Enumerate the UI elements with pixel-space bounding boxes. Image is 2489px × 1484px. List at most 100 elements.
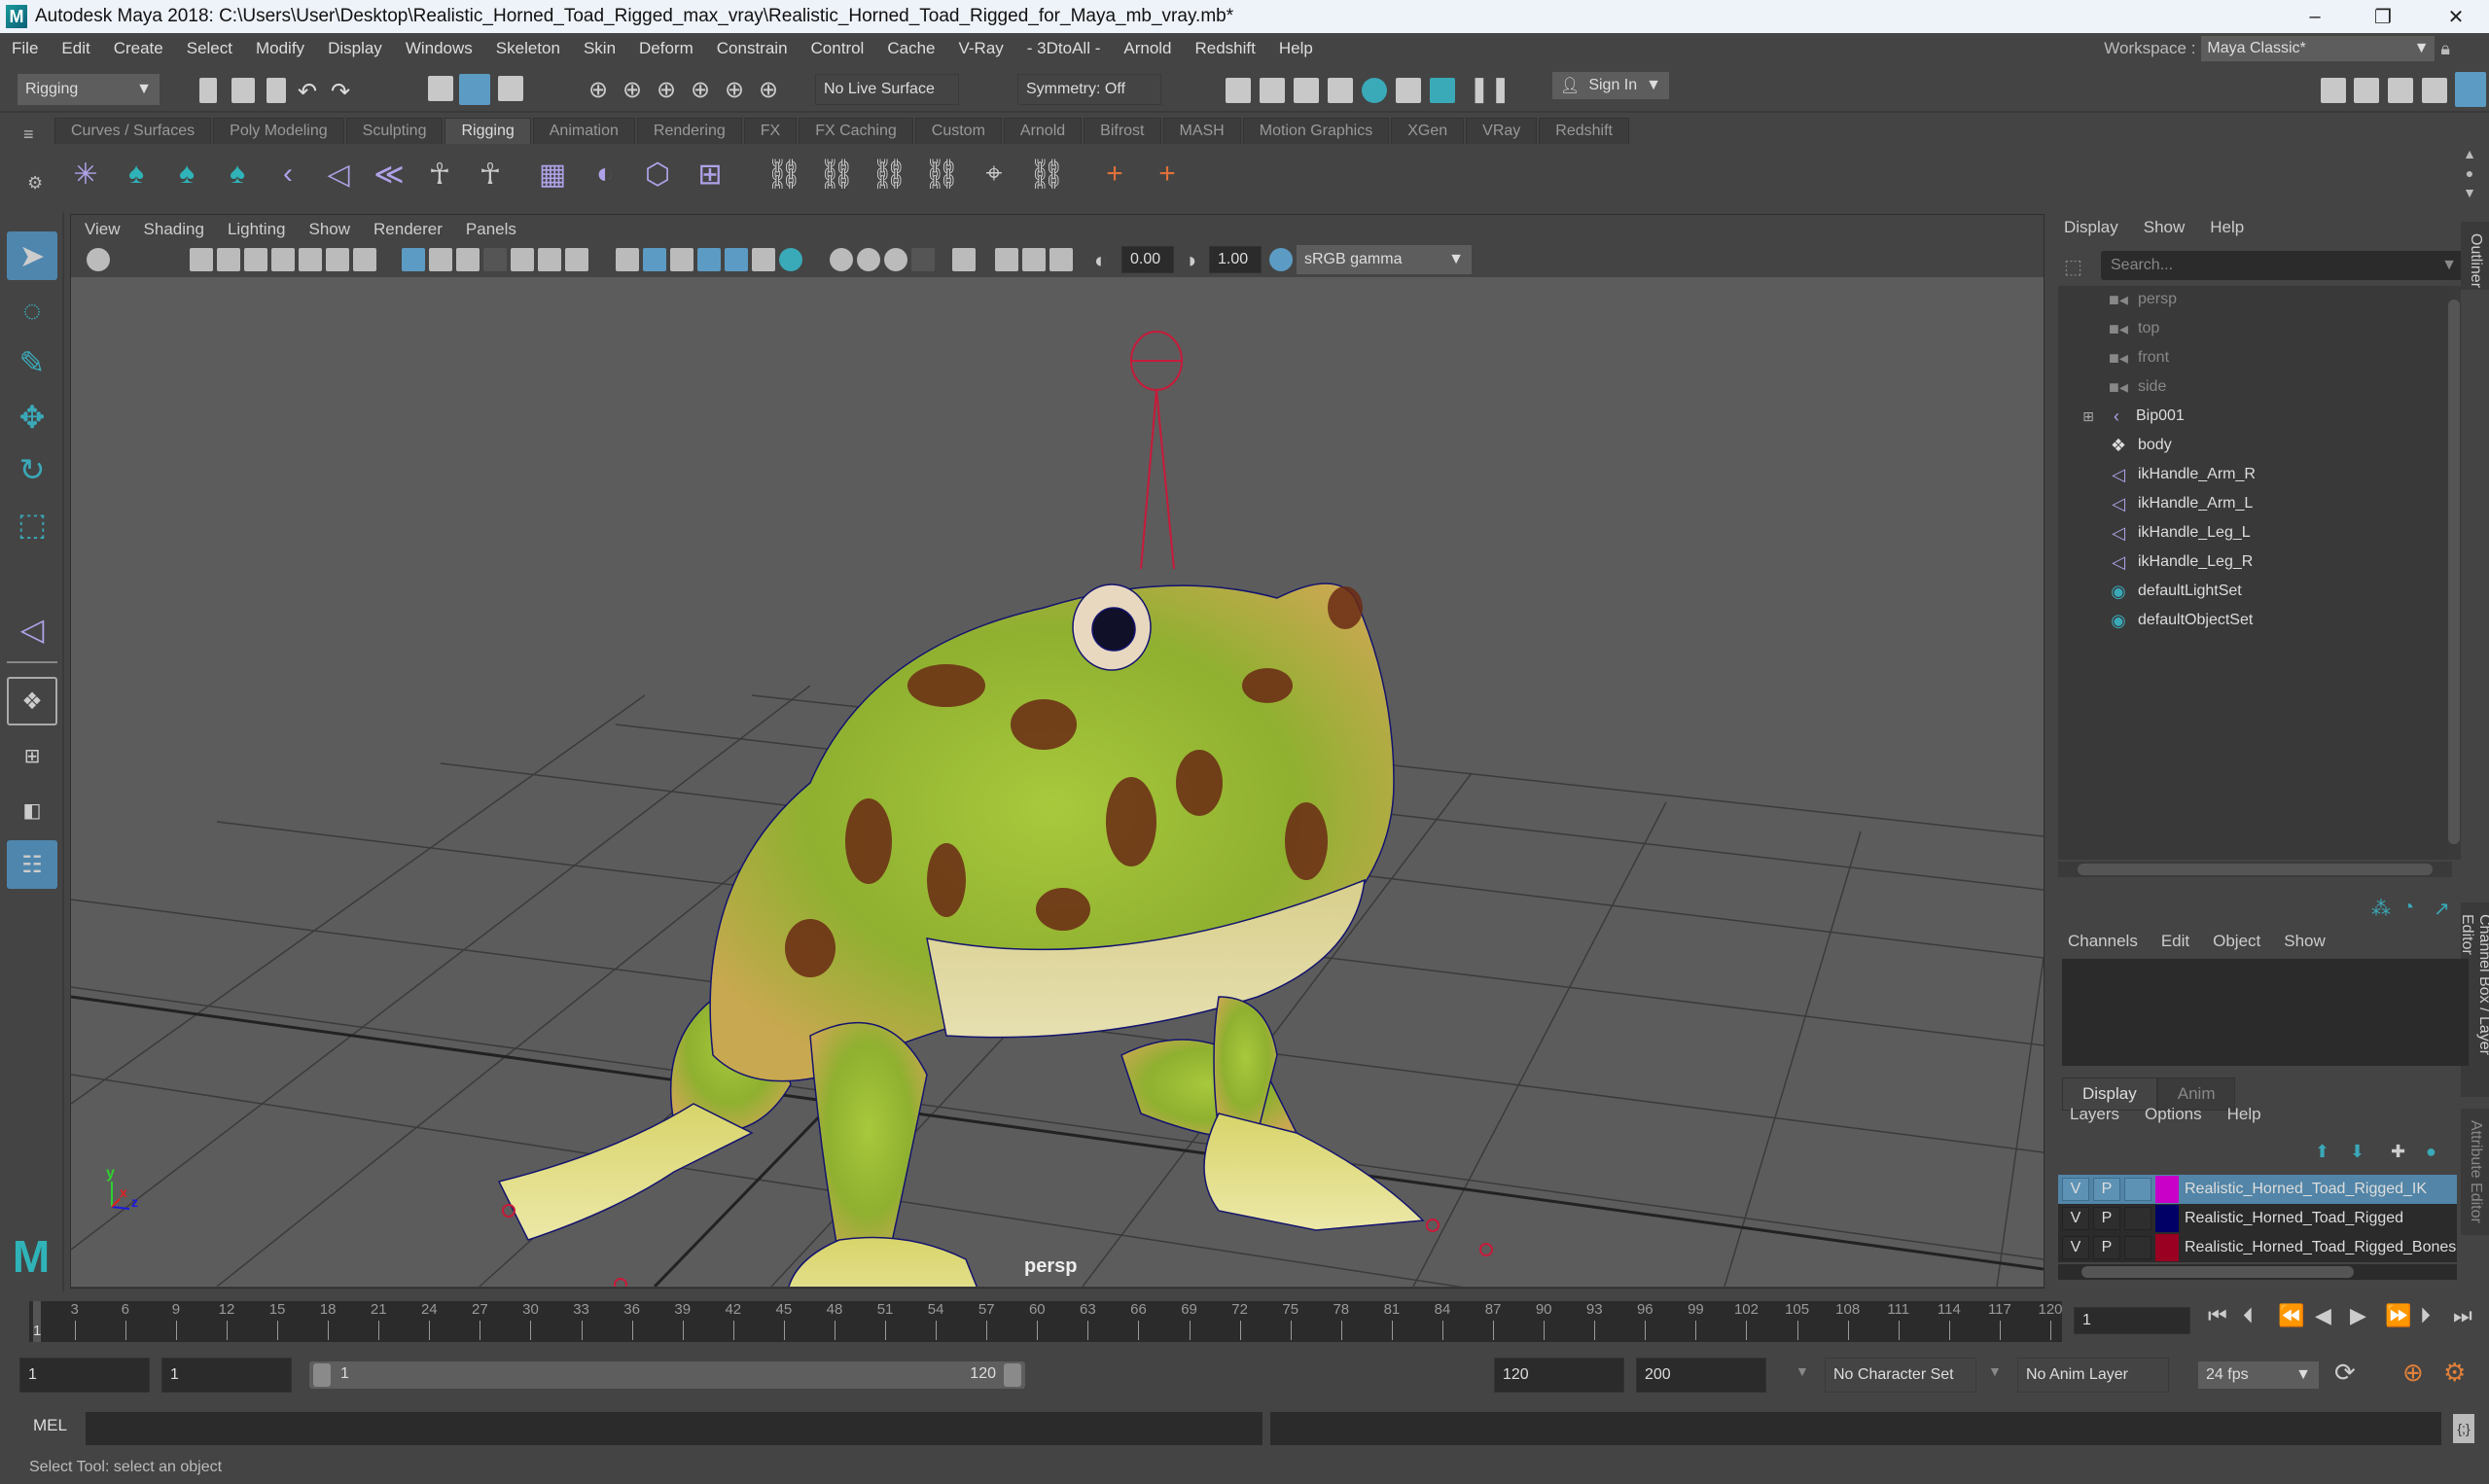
move-tool-icon[interactable]: ✥ [7,393,57,442]
color-space-dropdown[interactable]: sRGB gamma ▼ [1297,245,1472,274]
shelf-tab-bifrost[interactable]: Bifrost [1084,118,1161,144]
layer-display-type-toggle[interactable] [2124,1236,2151,1259]
play-forwards-icon[interactable]: ▶ [2350,1303,2366,1328]
field-chart-icon[interactable] [511,248,534,271]
new-scene-icon[interactable] [199,78,217,103]
go-to-start-icon[interactable]: ⏮ [2208,1303,2227,1328]
outliner-item-defaultobjectset[interactable]: ◉ defaultObjectSet [2107,607,2253,634]
wireframe-on-shaded-icon[interactable] [697,248,721,271]
modeling-toolkit-icon[interactable] [2321,78,2346,103]
lasso-select-icon[interactable]: ◌ [7,286,57,335]
hypershade-icon[interactable] [1362,78,1387,103]
camera-lock-icon[interactable] [217,248,240,271]
menu-select[interactable]: Select [175,39,244,58]
select-tool-icon[interactable]: ➤ [7,231,57,280]
animation-start-field[interactable]: 1 [19,1358,150,1393]
outliner-layout-icon[interactable]: ☷ [7,840,57,889]
locator-icon[interactable]: + [1095,154,1134,194]
pole-vector-constraint-icon[interactable]: ⛓ [1027,154,1066,194]
wireframe-icon[interactable] [616,248,639,271]
menu-skin[interactable]: Skin [572,39,627,58]
rotate-tool-icon[interactable]: ↻ [7,445,57,494]
playback-start-field[interactable]: 1 [161,1358,292,1393]
outliner-menu-help[interactable]: Help [2210,218,2244,237]
step-forward-frame-icon[interactable]: ⏵ [2420,1303,2431,1328]
safe-title-icon[interactable] [565,248,588,271]
shelf-tab-fx-caching[interactable]: FX Caching [799,118,913,144]
sign-in-button[interactable]: 👤︎ Sign In ▼ [1552,72,1669,99]
lattice-icon[interactable]: ⬡ [638,154,677,194]
menu-windows[interactable]: Windows [394,39,484,58]
shelf-tab-rigging[interactable]: Rigging [444,118,531,144]
snap-live-icon[interactable]: ⊕ [725,76,744,104]
script-editor-icon[interactable]: {;} [2453,1414,2474,1443]
camera-select-icon[interactable] [190,248,213,271]
shelf-tab-fx[interactable]: FX [743,118,798,144]
layer-row[interactable]: V P Realistic_Horned_Toad_Rigged_IK [2058,1175,2457,1204]
character-controls-icon[interactable] [2354,78,2379,103]
grease-pencil-icon[interactable] [353,248,376,271]
attribute-editor-side-tab[interactable]: Attribute Editor [2461,1109,2489,1235]
menu-control[interactable]: Control [800,39,876,58]
viewport-menu-renderer[interactable]: Renderer [373,220,443,239]
render-current-frame-icon[interactable] [1260,78,1285,103]
shelf-tab-mash[interactable]: MASH [1162,118,1241,144]
shelf-settings-gear-icon[interactable]: ⚙ [27,173,43,194]
outliner-item-ikhandle-leg-l[interactable]: ◁ ikHandle_Leg_L [2107,519,2251,547]
attribute-editor-icon[interactable] [2388,78,2413,103]
animation-end-field[interactable]: 200 [1636,1358,1766,1393]
safe-action-icon[interactable] [538,248,561,271]
menu-vray[interactable]: V-Ray [946,39,1014,58]
shelf-tab-rendering[interactable]: Rendering [636,118,742,144]
outliner-item-side[interactable]: ■◂ side [2107,373,2166,401]
menu-file[interactable]: File [0,39,50,58]
render-settings-icon[interactable] [1328,78,1353,103]
render-view-icon[interactable] [1226,78,1251,103]
gamma-field[interactable]: 1.00 [1209,246,1262,273]
range-end-handle[interactable] [1004,1363,1021,1387]
viewport-menu-show[interactable]: Show [309,220,351,239]
layer-row[interactable]: V P Realistic_Horned_Toad_Rigged_Bones [2058,1233,2457,1262]
joint-tool-icon[interactable]: ✳ [66,154,105,194]
layer-horizontal-scrollbar[interactable] [2058,1264,2457,1280]
outliner-search-input[interactable]: Search... ▼ [2101,251,2467,280]
layer-visibility-toggle[interactable]: V [2062,1178,2089,1201]
scale-tool-icon[interactable]: ⬚ [7,500,57,548]
outliner-item-ikhandle-leg-r[interactable]: ◁ ikHandle_Leg_R [2107,548,2253,576]
step-forward-key-icon[interactable]: ⏩ [2385,1303,2411,1328]
four-view-layout-icon[interactable]: ⊞ [7,731,57,780]
layer-row[interactable]: V P Realistic_Horned_Toad_Rigged [2058,1204,2457,1233]
move-layer-down-icon[interactable]: ⬇ [2350,1142,2365,1162]
close-button[interactable]: ✕ [2427,0,2485,33]
move-layer-up-icon[interactable]: ⬆ [2315,1142,2329,1162]
symmetry-field[interactable]: Symmetry: Off [1017,74,1161,105]
outliner-side-tab[interactable]: Outliner [2461,222,2489,290]
image-plane-icon[interactable] [299,248,322,271]
outliner-menu-show[interactable]: Show [2144,218,2186,237]
paint-skin-weights-icon[interactable]: ▦ [533,154,572,194]
chevron-down-icon[interactable]: ▼ [2441,257,2457,274]
channel-menu-object[interactable]: Object [2213,932,2260,951]
resolution-gate-icon[interactable] [456,248,480,271]
character-set-chevron-icon[interactable]: ▼ [1796,1363,1809,1379]
point-constraint-icon[interactable]: ⛓ [817,154,856,194]
command-language-label[interactable]: MEL [33,1416,67,1435]
undo-icon[interactable]: ↶ [298,78,317,106]
play-backwards-icon[interactable]: ◀ [2315,1303,2331,1328]
range-slider[interactable]: 1 120 [309,1361,1025,1389]
pause-icon[interactable]: ❚❚ [1469,74,1511,104]
shelf-tab-custom[interactable]: Custom [914,118,1002,144]
anti-aliasing-icon[interactable] [884,248,907,271]
select-hierarchy-icon[interactable] [428,76,453,101]
lock-icon[interactable]: 🔒︎ [2440,39,2450,59]
expand-icon[interactable]: ⊞ [2080,406,2097,426]
motion-blur-icon[interactable] [857,248,880,271]
bind-skin-icon[interactable]: ☥ [420,154,459,194]
layer-playback-toggle[interactable]: P [2093,1236,2120,1259]
layer-playback-toggle[interactable]: P [2093,1207,2120,1230]
layer-color-swatch[interactable] [2155,1234,2179,1261]
ipr-render-icon[interactable] [1294,78,1319,103]
outliner-item-front[interactable]: ■◂ front [2107,344,2169,371]
character-set-field[interactable]: No Character Set [1825,1358,1976,1393]
quick-rig-icon[interactable]: ♠ [117,154,156,194]
